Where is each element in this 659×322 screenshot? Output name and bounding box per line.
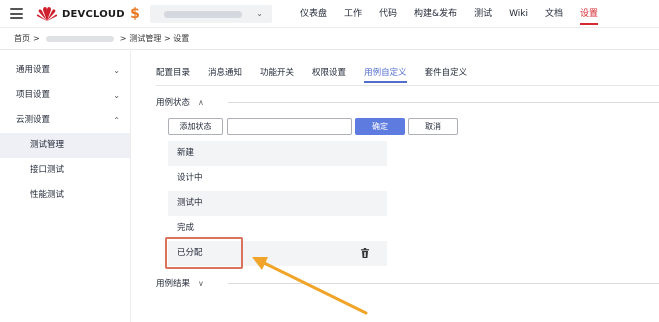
- brand-name: DEVCLOUD: [62, 8, 125, 20]
- nav-dashboard[interactable]: 仪表盘: [300, 0, 327, 28]
- list-item[interactable]: 新建: [168, 141, 387, 166]
- list-item[interactable]: 测试中: [168, 191, 387, 216]
- status-label: 设计中: [177, 173, 203, 183]
- logo[interactable]: DEVCLOUD: [36, 6, 125, 22]
- chevron-down-icon: ⌄: [256, 9, 263, 18]
- add-status-button[interactable]: 添加状态: [168, 118, 223, 135]
- top-nav: 仪表盘 工作 代码 构建&发布 测试 Wiki 文档 设置: [300, 0, 615, 28]
- section-case-status: 用例状态 ∧: [156, 95, 204, 109]
- dollar-icon[interactable]: $: [128, 5, 142, 23]
- sidebar-group-cloudtest[interactable]: 云测设置 ⌃: [0, 108, 130, 133]
- breadcrumb-separator: >: [33, 34, 40, 43]
- tab-feature-toggles[interactable]: 功能开关: [260, 61, 294, 85]
- sidebar-item-api-test[interactable]: 接口测试: [0, 158, 130, 183]
- project-selector[interactable]: ⌄: [150, 5, 272, 23]
- list-item[interactable]: 设计中: [168, 166, 387, 191]
- breadcrumb: 首页 > > 测试管理 > 设置: [0, 28, 659, 50]
- settings-tabs: 配置目录 消息通知 功能开关 权限设置 用例自定义 套件自定义: [156, 61, 485, 85]
- section-title: 用例状态: [156, 98, 191, 108]
- breadcrumb-home[interactable]: 首页: [14, 33, 30, 44]
- trash-icon[interactable]: [361, 248, 369, 258]
- tabs-divider: [156, 85, 659, 86]
- breadcrumb-separator: >: [119, 34, 127, 43]
- section-case-result: 用例结果 ∨: [156, 276, 204, 290]
- section-title: 用例结果: [156, 279, 191, 289]
- chevron-down-icon: ⌄: [113, 91, 120, 100]
- nav-code[interactable]: 代码: [379, 0, 397, 28]
- tab-case-custom[interactable]: 用例自定义: [364, 61, 407, 85]
- nav-build-release[interactable]: 构建&发布: [414, 0, 457, 28]
- sidebar-group-general[interactable]: 通用设置 ⌄: [0, 58, 130, 83]
- nav-docs[interactable]: 文档: [545, 0, 563, 28]
- breadcrumb-current: 测试管理 > 设置: [129, 34, 190, 43]
- sidebar-group-project[interactable]: 项目设置 ⌄: [0, 83, 130, 108]
- main-content: 配置目录 消息通知 功能开关 权限设置 用例自定义 套件自定义 用例状态 ∧ 添…: [132, 51, 659, 322]
- top-bar: DEVCLOUD $ ⌄ 仪表盘 工作 代码 构建&发布 测试 Wiki 文档 …: [0, 0, 659, 28]
- tab-permissions[interactable]: 权限设置: [312, 61, 346, 85]
- tab-notifications[interactable]: 消息通知: [208, 61, 242, 85]
- project-name-redacted: [164, 10, 242, 18]
- sidebar: 通用设置 ⌄ 项目设置 ⌄ 云测设置 ⌃ 测试管理 接口测试 性能测试: [0, 51, 131, 322]
- huawei-logo-icon: [36, 7, 58, 21]
- tab-suite-custom[interactable]: 套件自定义: [425, 61, 468, 85]
- sidebar-group-label: 项目设置: [16, 90, 51, 100]
- sidebar-item-test-management[interactable]: 测试管理: [0, 133, 130, 158]
- section-divider: [228, 102, 659, 103]
- status-label: 测试中: [177, 198, 203, 208]
- cancel-button[interactable]: 取消: [408, 118, 458, 135]
- chevron-down-icon: ⌄: [113, 66, 120, 75]
- status-name-input[interactable]: [227, 118, 352, 135]
- tab-config-directory[interactable]: 配置目录: [156, 61, 190, 85]
- status-label: 完成: [177, 223, 195, 233]
- nav-test[interactable]: 测试: [474, 0, 492, 28]
- status-label: 新建: [177, 148, 195, 158]
- highlight-box: [165, 237, 243, 269]
- chevron-down-icon[interactable]: ∨: [198, 279, 204, 288]
- sidebar-item-performance-test[interactable]: 性能测试: [0, 183, 130, 208]
- sidebar-group-label: 云测设置: [16, 115, 51, 125]
- section-divider: [228, 283, 659, 284]
- confirm-button[interactable]: 确定: [355, 118, 405, 135]
- breadcrumb-project-redacted[interactable]: [45, 35, 114, 42]
- nav-wiki[interactable]: Wiki: [509, 0, 528, 28]
- nav-settings[interactable]: 设置: [580, 0, 599, 28]
- nav-work[interactable]: 工作: [344, 0, 362, 28]
- menu-icon[interactable]: [10, 8, 23, 19]
- chevron-up-icon: ⌃: [113, 116, 120, 125]
- sidebar-group-label: 通用设置: [16, 65, 51, 75]
- chevron-up-icon[interactable]: ∧: [198, 98, 204, 107]
